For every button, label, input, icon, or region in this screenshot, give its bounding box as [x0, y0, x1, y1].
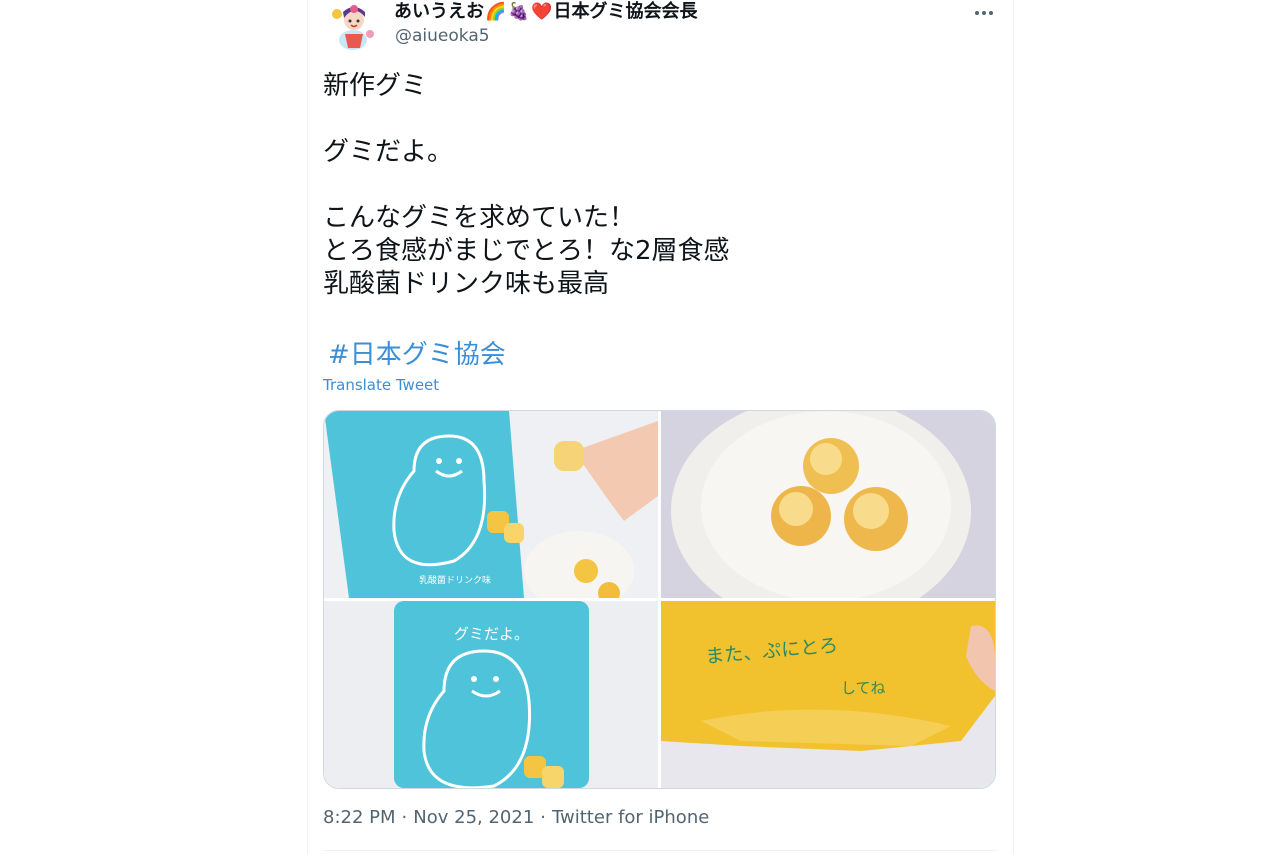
photo-4[interactable]: また、ぷにとろ してね [661, 601, 995, 788]
tweet-text-line: こんなグミを求めていた！ [323, 203, 636, 233]
avatar-illustration-icon [327, 0, 379, 52]
more-horizontal-icon [975, 11, 979, 15]
tweet-text-line: 新作グミ [323, 71, 428, 101]
photo-2[interactable] [661, 411, 995, 598]
meta-separator: · [540, 807, 547, 828]
tweet-text-line [323, 103, 983, 136]
meta-separator: · [401, 807, 408, 828]
avatar[interactable] [327, 0, 379, 52]
tweet-source[interactable]: Twitter for iPhone [552, 807, 709, 828]
tweet-text-line: グミだよ。 [323, 137, 454, 167]
bag-message-image: また、ぷにとろ してね [661, 601, 995, 788]
tweet-text-line: 乳酸菌ドリンク味も最高 [323, 269, 610, 299]
rainbow-icon: 🌈 [485, 2, 507, 22]
tweet-time[interactable]: 8:22 PM [323, 807, 396, 828]
media-grid: 乳酸菌ドリンク味 グミだよ。 また、ぷにとろ してね [323, 410, 996, 789]
tweet-text-line [323, 169, 983, 202]
divider [323, 850, 996, 851]
tweet-card: あいうえお 🌈 🍇 ❤️ 日本グミ協会会長 @aiueoka5 新作グミ グミだ… [307, 0, 1014, 854]
package-front-image: グミだよ。 [324, 601, 658, 788]
tweet-text: 新作グミ グミだよ。 こんなグミを求めていた！ とろ食感がまじでとろ！な2層食感… [323, 70, 983, 301]
tweet-text-line: とろ食感がまじでとろ！な2層食感 [323, 236, 730, 266]
more-options-button[interactable] [971, 3, 997, 23]
tweet-date[interactable]: Nov 25, 2021 [413, 807, 534, 828]
package-label-text: 乳酸菌ドリンク味 [419, 574, 491, 586]
hashtag-link[interactable]: #日本グミ協会 [328, 337, 506, 373]
photo-3[interactable]: グミだよ。 [324, 601, 658, 788]
grapes-icon: 🍇 [508, 2, 530, 22]
translate-tweet-link[interactable]: Translate Tweet [323, 375, 439, 395]
more-dot [982, 11, 986, 15]
package-title-text: グミだよ。 [454, 625, 529, 643]
heart-icon: ❤️ [531, 2, 553, 22]
page: あいうえお 🌈 🍇 ❤️ 日本グミ協会会長 @aiueoka5 新作グミ グミだ… [0, 0, 1280, 854]
more-dot [989, 11, 993, 15]
display-name-suffix: 日本グミ協会会長 [553, 1, 698, 22]
display-name[interactable]: あいうえお 🌈 🍇 ❤️ 日本グミ協会会長 [394, 0, 698, 24]
display-name-text: あいうえお [394, 1, 484, 22]
user-handle[interactable]: @aiueoka5 [395, 25, 490, 47]
tweet-meta: 8:22 PM · Nov 25, 2021 · Twitter for iPhone [323, 806, 709, 830]
package-hand-image: 乳酸菌ドリンク味 [324, 411, 658, 598]
plate-gummies-image [661, 411, 995, 598]
photo-1[interactable]: 乳酸菌ドリンク味 [324, 411, 658, 598]
bag-message-text-2: してね [841, 679, 886, 697]
